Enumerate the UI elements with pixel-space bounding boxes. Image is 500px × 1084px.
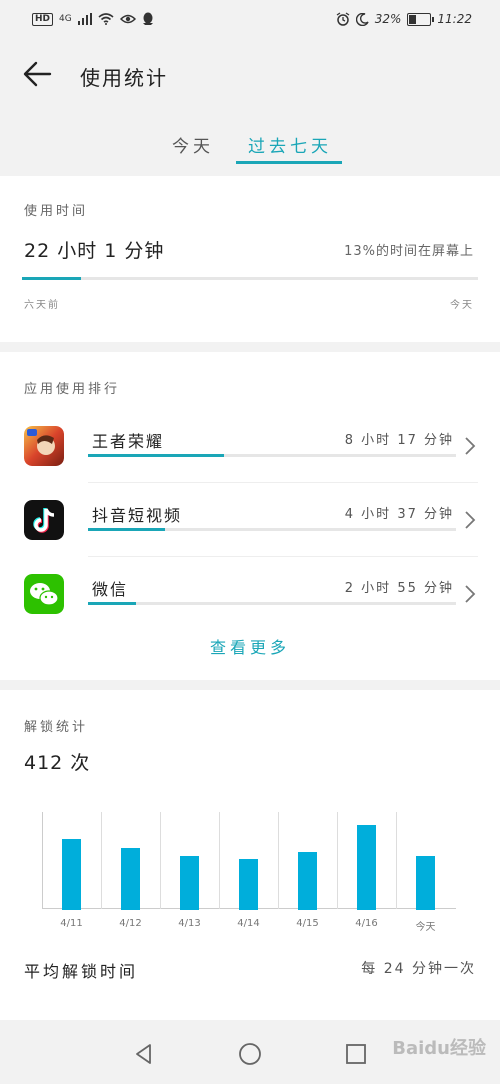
chart-bar [239,859,258,910]
chart-x-tick-label: 4/11 [60,918,83,929]
app-row-wechat[interactable]: 微信 2 小时 55 分钟 [0,564,500,638]
app-usage-fill [88,602,136,605]
honor-of-kings-icon [24,426,64,466]
page-title: 使用统计 [80,66,168,90]
app-row-honor-of-kings[interactable]: 王者荣耀 8 小时 17 分钟 [0,416,500,490]
range-end-label: 今天 [450,300,474,311]
app-row-douyin[interactable]: 抖音短视频 4 小时 37 分钟 [0,490,500,564]
tab-bar: 今天 过去七天 [0,120,500,170]
chevron-right-icon [465,437,476,455]
douyin-icon [24,500,64,540]
usage-progress-fill [22,277,82,280]
screen-time-note: 13%的时间在屏幕上 [344,244,474,259]
battery-percent: 32% [374,12,402,26]
tab-past-seven-days[interactable]: 过去七天 [248,132,332,157]
chart-x-tick-label: 4/12 [119,918,142,929]
chart-x-tick-label: 4/13 [178,918,201,929]
unlock-count: 412 次 [24,752,91,774]
nav-home-icon[interactable] [238,1042,262,1066]
chart-gridline [396,812,397,909]
wifi-icon [98,13,114,25]
chart-bar [357,824,376,910]
active-tab-indicator [236,161,342,164]
chart-x-tick-label: 4/16 [355,918,378,929]
chart-bar [121,847,140,910]
chart-x-tick-label: 4/14 [237,918,260,929]
status-bar: HD 4G 32% 11:22 [0,0,500,40]
tab-today[interactable]: 今天 [172,132,214,157]
usage-time-card: 使用时间 22 小时 1 分钟 13%的时间在屏幕上 六天前 今天 [0,176,500,342]
ranking-section-label: 应用使用排行 [24,382,121,397]
app-name: 王者荣耀 [92,432,165,451]
chevron-right-icon [465,511,476,529]
chart-x-tick-label: 今天 [415,922,436,933]
unlock-stats-card: 解锁统计 412 次 4/11 4/12 4/13 4/14 4/15 4/16 今天 平均… [0,690,500,1020]
app-usage-time: 2 小时 55 分钟 [344,581,454,596]
app-name: 抖音短视频 [92,506,183,525]
see-more-link[interactable]: 查看更多 [0,634,500,658]
row-divider [88,556,478,557]
row-divider [88,482,478,483]
usage-section-label: 使用时间 [24,204,89,219]
app-header: 使用统计 [0,40,500,110]
network-label: 4G [59,14,72,24]
unlock-section-label: 解锁统计 [24,720,89,735]
battery-icon [407,12,435,26]
nav-recents-icon[interactable] [344,1042,368,1066]
chart-gridline [278,812,279,909]
hd-badge: HD [32,12,54,26]
range-start-label: 六天前 [24,300,60,311]
unlock-bar-chart [42,812,457,910]
app-usage-track [88,454,456,457]
wechat-icon [24,574,64,614]
signal-icon [77,13,92,25]
status-left: HD 4G [32,12,154,26]
app-usage-track [88,528,456,531]
chart-gridline [219,812,220,909]
chevron-right-icon [465,585,476,603]
app-usage-fill [88,454,225,457]
app-usage-time: 4 小时 37 分钟 [344,507,454,522]
app-name: 微信 [92,580,129,599]
chart-bar [298,852,317,910]
watermark-logo: Baidu经验 [392,1038,486,1059]
avg-unlock-value: 每 24 分钟一次 [361,961,476,977]
app-usage-time: 8 小时 17 分钟 [344,433,454,448]
usage-total-value: 22 小时 1 分钟 [24,240,165,262]
chart-gridline [337,812,338,909]
back-arrow-icon[interactable] [22,58,54,90]
clock: 11:22 [437,12,472,26]
chart-bar [62,838,81,910]
status-right: 32% 11:22 [336,12,472,26]
avg-unlock-label: 平均解锁时间 [24,962,139,981]
chart-gridline [160,812,161,909]
chart-bar [180,856,199,910]
app-ranking-card: 应用使用排行 王者荣耀 8 小时 17 分钟 抖音短视频 4 小时 37 分钟 [0,352,500,680]
eye-icon [119,14,136,24]
alarm-icon [336,12,350,26]
usage-progress-track [22,277,478,280]
chart-gridline [101,812,102,909]
app-usage-fill [88,528,166,531]
moon-icon [355,12,369,26]
nav-back-icon[interactable] [132,1042,156,1066]
qq-icon [142,12,153,25]
app-usage-track [88,602,456,605]
chart-bar [416,856,435,910]
chart-x-tick-label: 4/15 [296,918,319,929]
